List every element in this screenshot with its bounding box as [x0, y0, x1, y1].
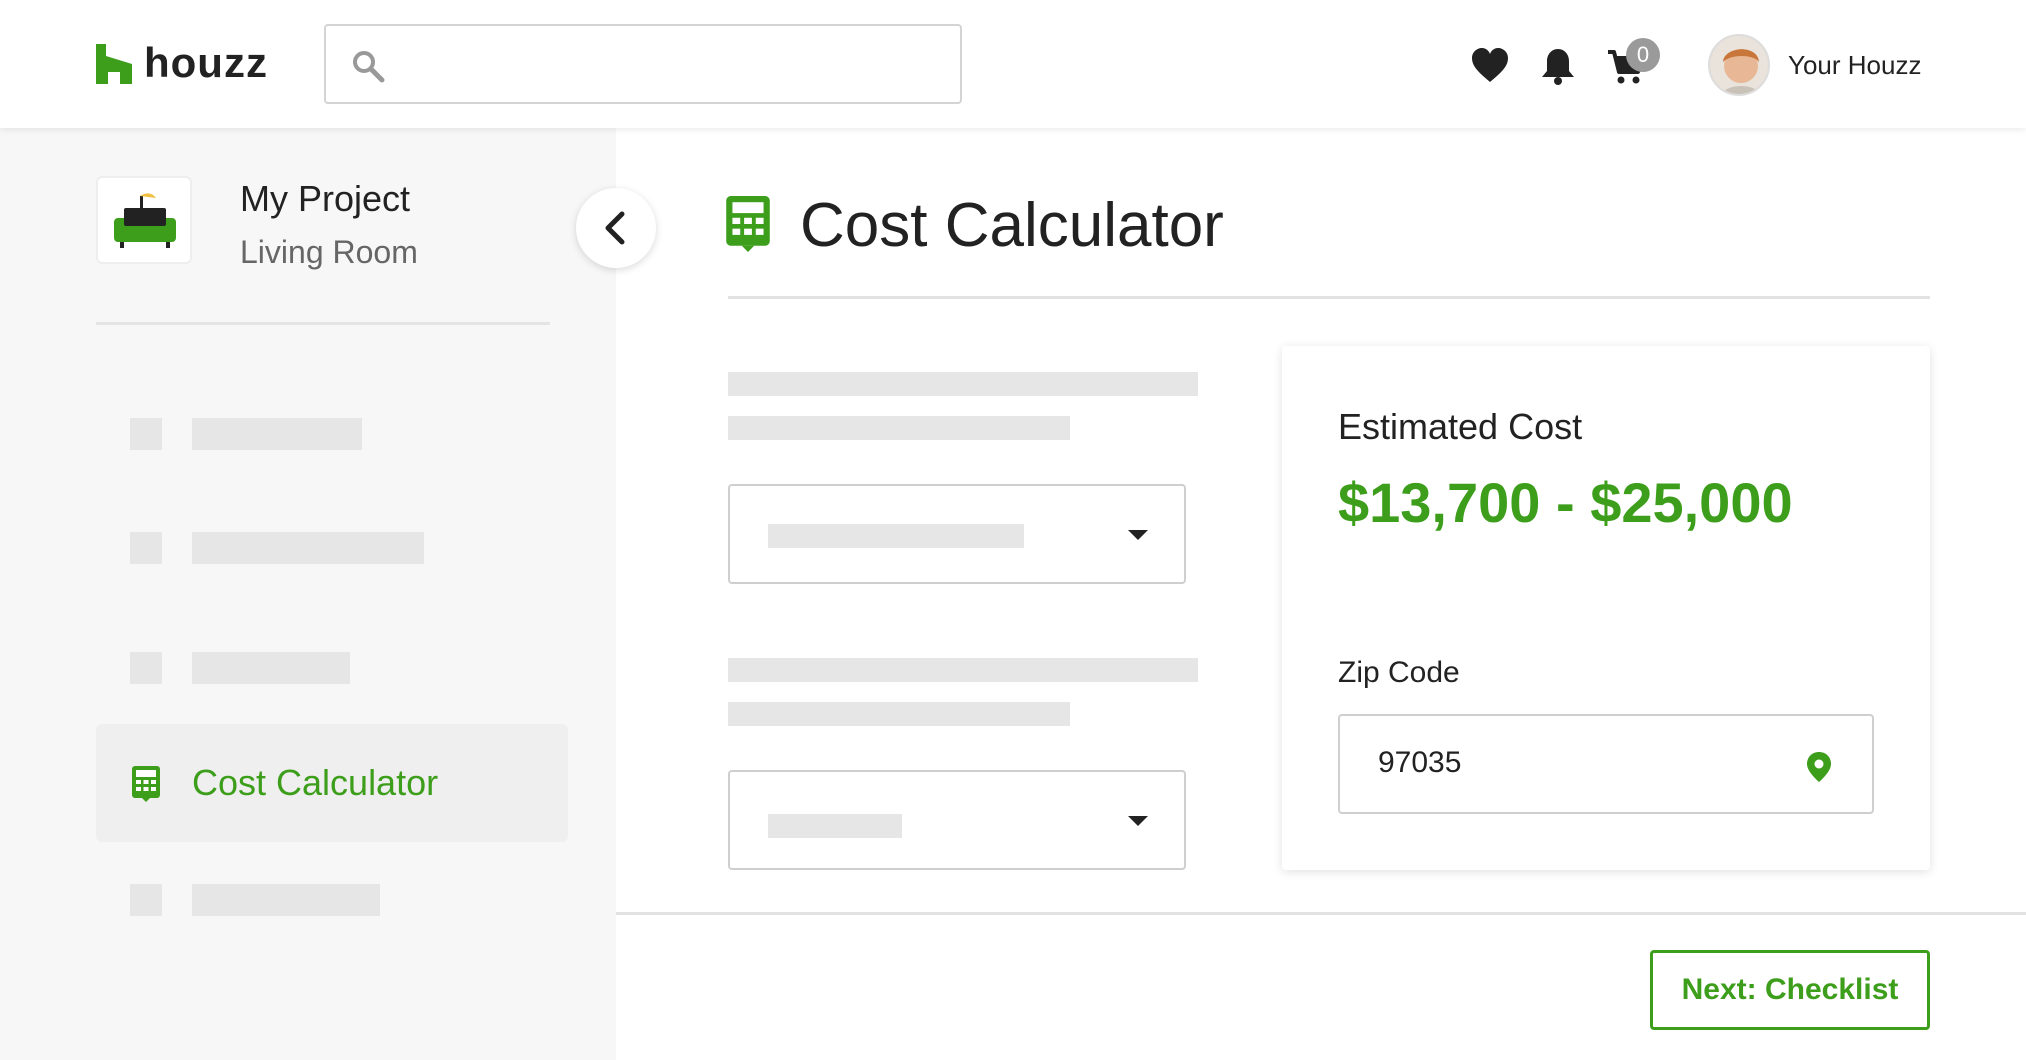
sidebar-item-label: Cost Calculator	[192, 762, 439, 803]
sidebar-item-icon-placeholder	[130, 884, 162, 916]
search-icon	[353, 51, 385, 83]
footer-divider	[616, 912, 2026, 915]
option-dropdown-1[interactable]	[728, 484, 1186, 584]
location-pin-icon[interactable]	[1806, 750, 1832, 784]
chevron-left-icon	[605, 211, 625, 245]
next-checklist-button[interactable]: Next: Checklist	[1650, 950, 1930, 1030]
page-title: Cost Calculator	[800, 191, 1224, 260]
top-navigation-bar: houzz 0 Your Houzz	[0, 0, 2026, 128]
question-text-placeholder	[728, 372, 1198, 396]
dropdown-value-placeholder	[768, 524, 1024, 548]
calculator-icon	[132, 766, 160, 802]
title-divider	[728, 296, 1930, 299]
collapse-sidebar-button[interactable]	[576, 188, 656, 268]
search-input[interactable]	[406, 36, 946, 92]
sidebar-item-icon-placeholder	[130, 652, 162, 684]
logo-text: houzz	[144, 39, 268, 86]
sidebar-item-label-placeholder	[192, 652, 350, 684]
bell-icon[interactable]	[1538, 46, 1578, 86]
sofa-icon	[114, 193, 176, 248]
question-text-placeholder	[728, 658, 1198, 682]
option-dropdown-2[interactable]	[728, 770, 1186, 870]
cart-count-badge: 0	[1626, 38, 1660, 72]
zip-code-value: 97035	[1378, 746, 1462, 779]
caret-down-icon	[1128, 530, 1148, 540]
sidebar-item-icon-placeholder	[130, 532, 162, 564]
search-box[interactable]	[324, 24, 962, 104]
sidebar-item-label-placeholder	[192, 532, 424, 564]
project-title: My Project	[240, 178, 411, 219]
sidebar-item-label-placeholder	[192, 418, 362, 450]
sidebar-divider	[96, 322, 550, 325]
project-thumbnail[interactable]	[96, 176, 192, 264]
sidebar-item-icon-placeholder	[130, 418, 162, 450]
question-text-placeholder	[728, 416, 1070, 440]
dropdown-value-placeholder	[768, 814, 902, 838]
zip-code-label: Zip Code	[1338, 656, 1460, 689]
estimate-value: $13,700 - $25,000	[1338, 471, 1793, 534]
estimate-card: Estimated Cost $13,700 - $25,000 Zip Cod…	[1282, 346, 1930, 870]
question-text-placeholder	[728, 702, 1070, 726]
user-avatar-icon	[1710, 36, 1768, 94]
sidebar-item-cost-calculator[interactable]: Cost Calculator	[96, 724, 568, 842]
avatar[interactable]	[1708, 34, 1770, 96]
zip-code-field[interactable]: 97035	[1338, 714, 1874, 814]
heart-icon[interactable]	[1470, 46, 1510, 86]
houzz-logo[interactable]: houzz	[94, 39, 268, 86]
estimate-label: Estimated Cost	[1338, 406, 1583, 447]
caret-down-icon	[1128, 816, 1148, 826]
your-houzz-link[interactable]: Your Houzz	[1788, 50, 1921, 81]
calculator-icon	[726, 196, 770, 252]
project-subtitle: Living Room	[240, 234, 418, 270]
houzz-logo-icon	[96, 44, 132, 84]
sidebar-item-label-placeholder	[192, 884, 380, 916]
